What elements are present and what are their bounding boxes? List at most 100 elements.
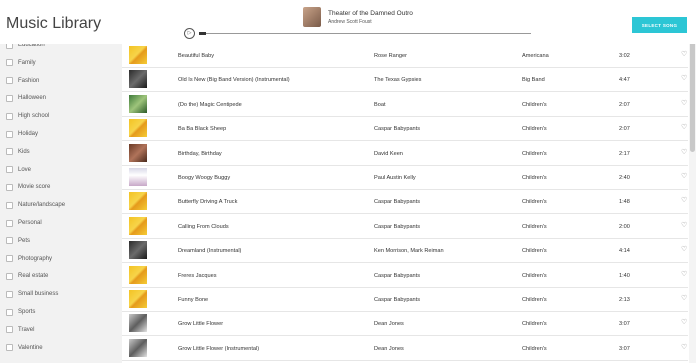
favorite-heart-icon[interactable]: ♡ bbox=[681, 270, 687, 278]
sidebar-item-kids[interactable]: Kids bbox=[6, 146, 30, 158]
song-artist: Caspar Babypants bbox=[374, 272, 421, 279]
album-art-thumbnail[interactable] bbox=[129, 70, 147, 89]
album-art-thumbnail[interactable] bbox=[129, 168, 147, 186]
song-title[interactable]: Old Is New (Big Band Version) (Instrumen… bbox=[178, 77, 290, 83]
category-checkbox[interactable] bbox=[6, 59, 13, 67]
table-row[interactable]: Funny Bone Caspar Babypants Children's 2:13… bbox=[122, 288, 688, 312]
album-art-thumbnail[interactable] bbox=[129, 314, 147, 333]
now-playing-artist: Andrew Scott Foust bbox=[328, 18, 372, 25]
sidebar-item-pets[interactable]: Pets bbox=[6, 235, 30, 247]
category-checkbox[interactable] bbox=[6, 112, 13, 120]
album-art-thumbnail[interactable] bbox=[129, 290, 147, 308]
now-playing: Theater of the Damned Outro Andrew Scott… bbox=[303, 6, 413, 28]
sidebar-item-halloween[interactable]: Halloween bbox=[6, 92, 46, 104]
sidebar-item-love[interactable]: Love bbox=[6, 164, 31, 176]
category-checkbox[interactable] bbox=[6, 201, 13, 209]
sidebar-item-holiday[interactable]: Holiday bbox=[6, 128, 38, 140]
category-checkbox[interactable] bbox=[6, 290, 13, 298]
category-checkbox[interactable] bbox=[6, 130, 13, 138]
favorite-heart-icon[interactable]: ♡ bbox=[681, 123, 687, 131]
song-title[interactable]: Butterfly Driving A Truck bbox=[178, 199, 237, 205]
album-art-thumbnail[interactable] bbox=[129, 265, 147, 284]
favorite-heart-icon[interactable]: ♡ bbox=[681, 221, 687, 229]
scrollbar-thumb[interactable] bbox=[690, 32, 695, 152]
sidebar-item-personal[interactable]: Personal bbox=[6, 217, 42, 229]
category-checkbox[interactable] bbox=[6, 237, 13, 245]
sidebar-item-movie-score[interactable]: Movie score bbox=[6, 181, 50, 193]
category-checkbox[interactable] bbox=[6, 272, 13, 280]
album-art-thumbnail[interactable] bbox=[129, 143, 147, 162]
table-row[interactable]: Boogy Woogy Buggy Paul Austin Kelly Childr… bbox=[122, 166, 688, 190]
table-row[interactable]: Beautiful Baby Rose Ranger Americana 3:02 ♡ bbox=[122, 44, 688, 68]
play-button[interactable]: ▷ bbox=[184, 28, 195, 39]
song-title[interactable]: Calling From Clouds bbox=[178, 224, 229, 230]
category-checkbox[interactable] bbox=[6, 344, 13, 352]
category-checkbox[interactable] bbox=[6, 94, 13, 102]
scrollbar[interactable] bbox=[689, 30, 696, 363]
song-duration: 2:00 bbox=[619, 223, 630, 230]
table-row[interactable]: Birthday, Birthday David Keen Children's 2:… bbox=[122, 142, 688, 166]
table-row[interactable]: Freres Jacques Caspar Babypants Children's… bbox=[122, 264, 688, 288]
table-row[interactable]: Grow Little Flower Dean Jones Children's 3:… bbox=[122, 312, 688, 337]
table-row[interactable]: Old Is New (Big Band Version) (Instrumen… bbox=[122, 68, 688, 93]
album-art-thumbnail[interactable] bbox=[129, 192, 147, 211]
category-checkbox[interactable] bbox=[6, 166, 13, 174]
album-art-thumbnail[interactable] bbox=[129, 46, 147, 64]
table-row[interactable]: Grow Little Flower (Instrumental) Dean Jo… bbox=[122, 337, 688, 361]
song-title[interactable]: Boogy Woogy Buggy bbox=[178, 175, 230, 181]
sidebar-item-label: Travel bbox=[18, 326, 35, 333]
sidebar-item-label: Holiday bbox=[18, 131, 39, 137]
category-checkbox[interactable] bbox=[6, 148, 13, 156]
category-checkbox[interactable] bbox=[6, 308, 13, 316]
sidebar-item-family[interactable]: Family bbox=[6, 57, 36, 69]
progress-bar[interactable] bbox=[199, 32, 531, 35]
sidebar-item-valentine[interactable]: Valentine bbox=[6, 342, 43, 354]
table-row[interactable]: Calling From Clouds Caspar Babypants Child… bbox=[122, 215, 688, 239]
table-row[interactable]: Butterfly Driving A Truck Caspar Babypant… bbox=[122, 190, 688, 215]
sidebar-item-nature-landscape[interactable]: Nature/landscape bbox=[6, 199, 65, 211]
favorite-heart-icon[interactable]: ♡ bbox=[681, 74, 687, 82]
category-checkbox[interactable] bbox=[6, 77, 13, 85]
song-title[interactable]: Dreamland (Instrumental) bbox=[178, 248, 241, 254]
sidebar-item-fashion[interactable]: Fashion bbox=[6, 75, 39, 87]
sidebar-item-real-estate[interactable]: Real estate bbox=[6, 270, 48, 282]
sidebar-item-sports[interactable]: Sports bbox=[6, 306, 35, 318]
album-art-thumbnail[interactable] bbox=[129, 338, 147, 357]
song-title[interactable]: Grow Little Flower bbox=[178, 321, 223, 327]
song-title[interactable]: Birthday, Birthday bbox=[178, 151, 222, 157]
favorite-heart-icon[interactable]: ♡ bbox=[681, 245, 687, 253]
category-checkbox[interactable] bbox=[6, 326, 13, 334]
sidebar-item-high-school[interactable]: High school bbox=[6, 110, 49, 122]
favorite-heart-icon[interactable]: ♡ bbox=[681, 294, 687, 302]
category-checkbox[interactable] bbox=[6, 183, 13, 191]
category-checkbox[interactable] bbox=[6, 255, 13, 263]
song-title[interactable]: Beautiful Baby bbox=[178, 53, 214, 59]
favorite-heart-icon[interactable]: ♡ bbox=[681, 196, 687, 204]
song-title[interactable]: Grow Little Flower (Instrumental) bbox=[178, 346, 259, 352]
favorite-heart-icon[interactable]: ♡ bbox=[681, 318, 687, 326]
album-art-thumbnail[interactable] bbox=[129, 119, 147, 138]
sidebar-item-small-business[interactable]: Small business bbox=[6, 288, 58, 300]
album-art-thumbnail[interactable] bbox=[129, 216, 147, 235]
favorite-heart-icon[interactable]: ♡ bbox=[681, 50, 687, 58]
album-art-thumbnail[interactable] bbox=[129, 94, 147, 113]
table-row[interactable]: Ba Ba Black Sheep Caspar Babypants Childre… bbox=[122, 117, 688, 142]
favorite-heart-icon[interactable]: ♡ bbox=[681, 172, 687, 180]
song-title[interactable]: (Do the) Magic Centipede bbox=[178, 102, 242, 108]
select-song-button[interactable]: SELECT SONG bbox=[632, 17, 687, 33]
sidebar-item-travel[interactable]: Travel bbox=[6, 324, 34, 336]
table-row[interactable]: (Do the) Magic Centipede Boat Children's 2:… bbox=[122, 93, 688, 117]
favorite-heart-icon[interactable]: ♡ bbox=[681, 148, 687, 156]
song-title[interactable]: Funny Bone bbox=[178, 297, 208, 303]
song-title[interactable]: Ba Ba Black Sheep bbox=[178, 126, 226, 132]
favorite-heart-icon[interactable]: ♡ bbox=[681, 99, 687, 107]
table-row[interactable]: Dreamland (Instrumental) Ken Morrison, Ma… bbox=[122, 239, 688, 264]
song-title[interactable]: Freres Jacques bbox=[178, 273, 217, 279]
sidebar-item-label: Halloween bbox=[18, 95, 47, 102]
sidebar-item-label: Real estate bbox=[18, 273, 49, 280]
favorite-heart-icon[interactable]: ♡ bbox=[681, 343, 687, 351]
sidebar-item-label: Fashion bbox=[18, 77, 40, 84]
category-checkbox[interactable] bbox=[6, 219, 13, 227]
album-art-thumbnail[interactable] bbox=[129, 241, 147, 260]
sidebar-item-photography[interactable]: Photography bbox=[6, 253, 52, 265]
